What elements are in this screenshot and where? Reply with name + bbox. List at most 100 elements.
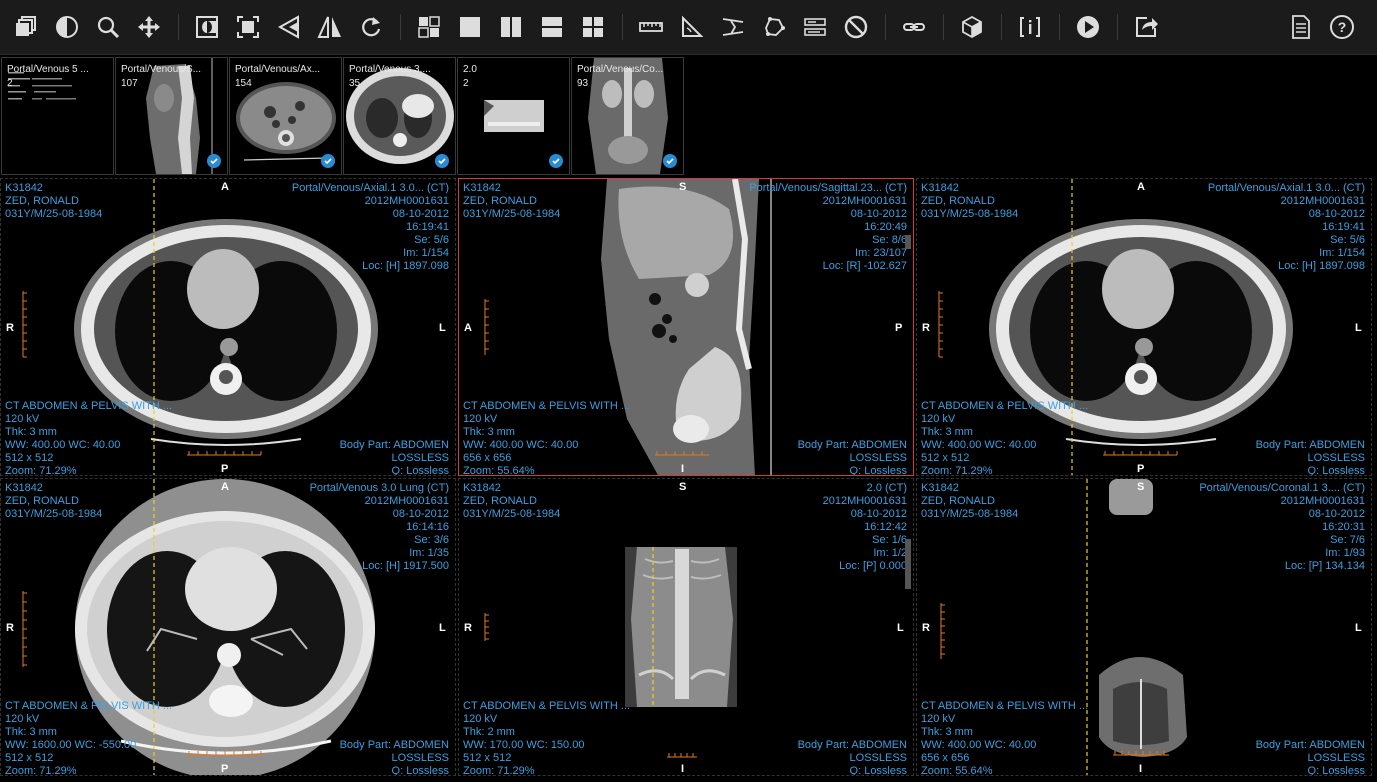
stack-tool-icon[interactable] bbox=[8, 9, 44, 45]
clear-icon[interactable] bbox=[838, 9, 874, 45]
series-info: 2.0 (CT) 2012MH0001631 08-10-2012 16:12:42 S… bbox=[822, 482, 907, 572]
viewport[interactable]: K31842 ZED, RONALD 031Y/M/25-08-1984 Porta… bbox=[0, 478, 456, 776]
flip-vertical-icon[interactable] bbox=[312, 9, 348, 45]
series-thumbnail[interactable]: Portal/Venous/Ax... 154 bbox=[229, 57, 342, 175]
invert-icon[interactable] bbox=[189, 9, 225, 45]
orientation-bottom: I bbox=[681, 463, 685, 475]
orientation-bottom: I bbox=[681, 763, 685, 775]
series-thumbnail[interactable]: Portal/Venous/S... 107 bbox=[115, 57, 228, 175]
orientation-bottom: P bbox=[1137, 463, 1145, 475]
series-info: Portal/Venous/Axial.1 3.0... (CT) 2012MH0… bbox=[291, 182, 449, 272]
orientation-left: R bbox=[922, 622, 930, 634]
orientation-top: S bbox=[679, 181, 687, 193]
orientation-top: S bbox=[1137, 481, 1145, 493]
share-icon[interactable] bbox=[1128, 9, 1164, 45]
rotate-icon[interactable] bbox=[353, 9, 389, 45]
flip-horizontal-icon[interactable] bbox=[271, 9, 307, 45]
patient-info: K31842 ZED, RONALD 031Y/M/25-08-1984 bbox=[5, 482, 103, 520]
orientation-bottom: P bbox=[221, 763, 229, 775]
image-quality-info: Body Part: ABDOMEN LOSSLESS Q: Lossless bbox=[339, 739, 449, 776]
acquisition-info: CT ABDOMEN & PELVIS WITH ... 120 kV Thk: 3… bbox=[921, 700, 1089, 776]
orientation-left: R bbox=[464, 622, 472, 634]
layout-2x2-icon[interactable] bbox=[575, 9, 611, 45]
layout-grid-icon[interactable] bbox=[411, 9, 447, 45]
play-icon[interactable] bbox=[1070, 9, 1106, 45]
contrast-icon[interactable] bbox=[49, 9, 85, 45]
3d-cube-icon[interactable] bbox=[954, 9, 990, 45]
acquisition-info: CT ABDOMEN & PELVIS WITH ... 120 kV Thk: 3… bbox=[5, 400, 173, 476]
orientation-top: A bbox=[1137, 181, 1145, 193]
series-thumbnail[interactable]: Portal/Venous 3.... 35 bbox=[343, 57, 456, 175]
link-icon[interactable] bbox=[896, 9, 932, 45]
orientation-top: S bbox=[679, 481, 687, 493]
help-icon[interactable]: ? bbox=[1324, 9, 1360, 45]
scrollbar-thumb[interactable] bbox=[905, 235, 911, 249]
viewport[interactable]: K31842 ZED, RONALD 031Y/M/25-08-1984 2.0 (… bbox=[458, 478, 914, 776]
info-icon[interactable] bbox=[1012, 9, 1048, 45]
orientation-right: L bbox=[1355, 322, 1362, 334]
report-icon[interactable] bbox=[1283, 9, 1319, 45]
ruler-icon[interactable] bbox=[633, 9, 669, 45]
checkmark-icon bbox=[549, 154, 563, 168]
patient-info: K31842 ZED, RONALD 031Y/M/25-08-1984 bbox=[463, 182, 561, 220]
thumbnail-label: Portal/Venous/Ax... 154 bbox=[235, 64, 321, 89]
acquisition-info: CT ABDOMEN & PELVIS WITH ... 120 kV Thk: 3… bbox=[921, 400, 1089, 476]
orientation-left: R bbox=[6, 322, 14, 334]
patient-info: K31842 ZED, RONALD 031Y/M/25-08-1984 bbox=[463, 482, 561, 520]
layout-1x2-icon[interactable] bbox=[493, 9, 529, 45]
orientation-left: R bbox=[922, 322, 930, 334]
viewport-grid: K31842 ZED, RONALD 031Y/M/25-08-1984 Porta… bbox=[0, 178, 1377, 782]
series-info: Portal/Venous/Coronal.1 3.... (CT) 2012MH… bbox=[1199, 482, 1365, 572]
orientation-right: P bbox=[895, 322, 903, 334]
orientation-bottom: P bbox=[221, 463, 229, 475]
acquisition-info: CT ABDOMEN & PELVIS WITH ... 120 kV Thk: 3… bbox=[463, 400, 631, 476]
layout-1x1-icon[interactable] bbox=[452, 9, 488, 45]
orientation-bottom: I bbox=[1139, 763, 1143, 775]
freehand-roi-icon[interactable] bbox=[756, 9, 792, 45]
viewport-active[interactable]: K31842 ZED, RONALD 031Y/M/25-08-1984 Porta… bbox=[458, 178, 914, 476]
patient-info: K31842 ZED, RONALD 031Y/M/25-08-1984 bbox=[921, 182, 1019, 220]
orientation-right: L bbox=[897, 622, 904, 634]
image-quality-info: Body Part: ABDOMEN LOSSLESS Q: Lossless bbox=[1255, 439, 1365, 476]
layout-2x1-icon[interactable] bbox=[534, 9, 570, 45]
image-quality-info: Body Part: ABDOMEN LOSSLESS Q: Lossless bbox=[797, 439, 907, 476]
orientation-top: A bbox=[221, 181, 229, 193]
thumbnail-label: Portal/Venous/Co... 93 bbox=[577, 64, 664, 89]
orientation-left: A bbox=[464, 322, 472, 334]
thumbnail-label: 2.0 2 bbox=[463, 64, 477, 89]
viewport[interactable]: K31842 ZED, RONALD 031Y/M/25-08-1984 Porta… bbox=[0, 178, 456, 476]
fit-icon[interactable] bbox=[230, 9, 266, 45]
checkmark-icon bbox=[207, 154, 221, 168]
orientation-left: R bbox=[6, 622, 14, 634]
thumbnail-label: Portal/Venous/S... 107 bbox=[121, 64, 202, 89]
orientation-right: L bbox=[439, 622, 446, 634]
pan-icon[interactable] bbox=[131, 9, 167, 45]
thumbnail-label: Portal/Venous 5 ... 2 bbox=[7, 64, 89, 89]
series-thumbnail[interactable]: 2.0 2 bbox=[457, 57, 570, 175]
svg-text:?: ? bbox=[1338, 19, 1347, 35]
orientation-top: A bbox=[221, 481, 229, 493]
cobb-angle-icon[interactable] bbox=[715, 9, 751, 45]
zoom-icon[interactable] bbox=[90, 9, 126, 45]
series-info: Portal/Venous/Sagittal.23... (CT) 2012MH0… bbox=[749, 182, 907, 272]
checkmark-icon bbox=[435, 154, 449, 168]
series-thumbnail[interactable]: Portal/Venous 5 ... 2 bbox=[1, 57, 114, 175]
image-quality-info: Body Part: ABDOMEN LOSSLESS Q: Lossless bbox=[797, 739, 907, 776]
acquisition-info: CT ABDOMEN & PELVIS WITH ... 120 kV Thk: 3… bbox=[5, 700, 173, 776]
thumbnail-label: Portal/Venous 3.... 35 bbox=[349, 64, 431, 89]
scrollbar-thumb[interactable] bbox=[905, 539, 911, 589]
image-quality-info: Body Part: ABDOMEN LOSSLESS Q: Lossless bbox=[339, 439, 449, 476]
patient-info: K31842 ZED, RONALD 031Y/M/25-08-1984 bbox=[5, 182, 103, 220]
angle-icon[interactable] bbox=[674, 9, 710, 45]
checkmark-icon bbox=[663, 154, 677, 168]
viewport[interactable]: K31842 ZED, RONALD 031Y/M/25-08-1984 Porta… bbox=[916, 178, 1372, 476]
series-thumbnail-strip: Portal/Venous 5 ... 2 Portal/Venous/S... 1… bbox=[0, 55, 1377, 175]
viewport[interactable]: K31842 ZED, RONALD 031Y/M/25-08-1984 Porta… bbox=[916, 478, 1372, 776]
image-quality-info: Body Part: ABDOMEN LOSSLESS Q: Lossless bbox=[1255, 739, 1365, 776]
series-thumbnail[interactable]: Portal/Venous/Co... 93 bbox=[571, 57, 684, 175]
annotation-icon[interactable] bbox=[797, 9, 833, 45]
checkmark-icon bbox=[321, 154, 335, 168]
toolbar: ? bbox=[0, 0, 1377, 55]
viewport-scrollbar[interactable] bbox=[905, 179, 911, 475]
viewport-scrollbar[interactable] bbox=[905, 479, 911, 775]
